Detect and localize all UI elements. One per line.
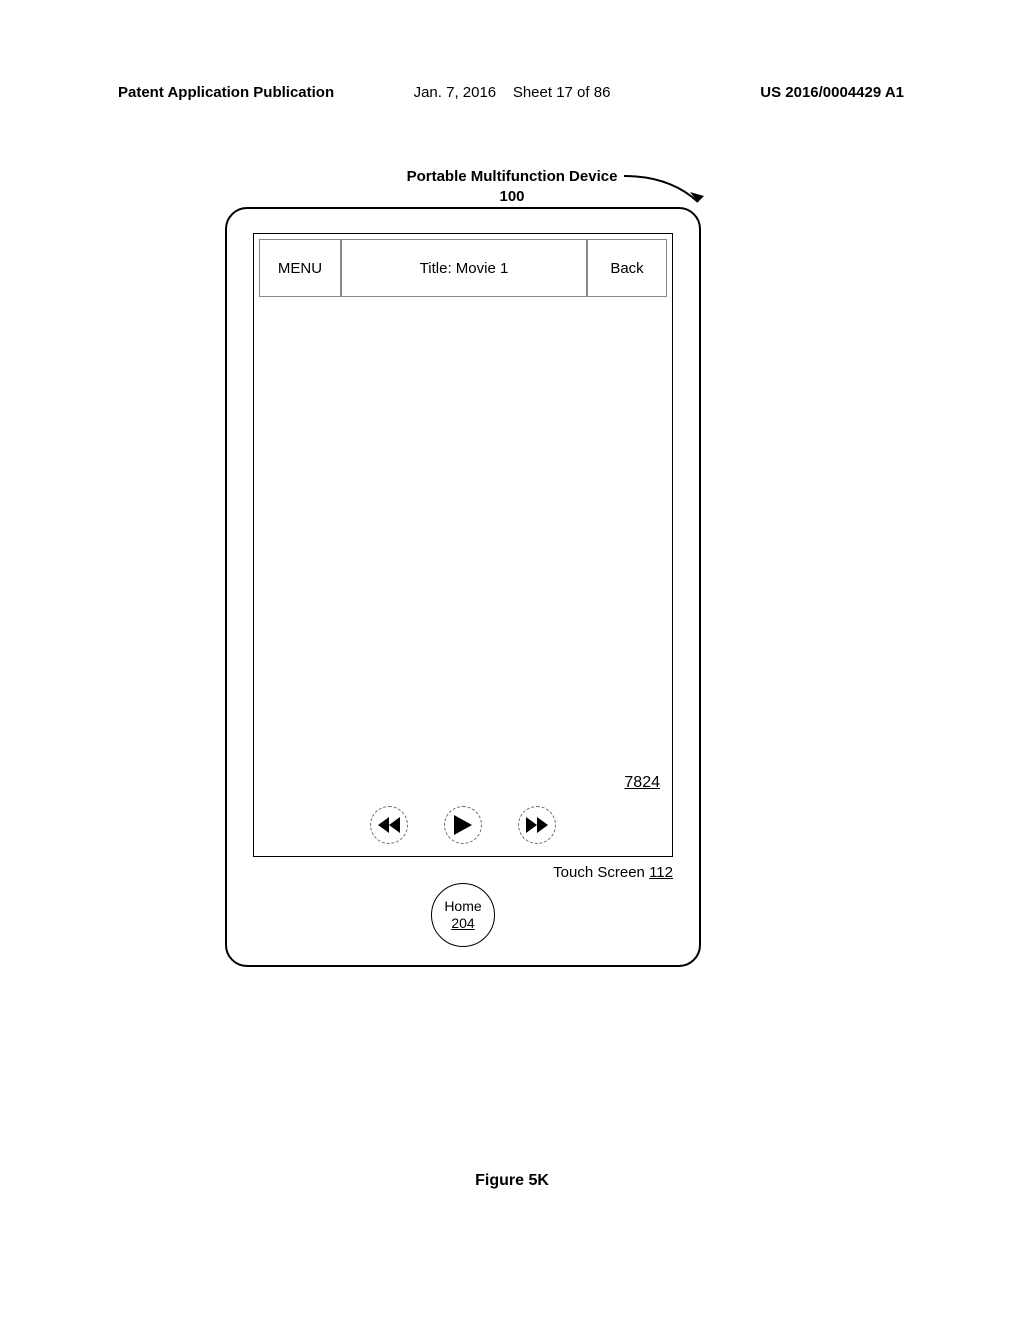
rewind-button[interactable] — [370, 806, 408, 844]
forward-button[interactable] — [518, 806, 556, 844]
touch-screen-label: Touch Screen 112 — [553, 864, 673, 881]
header-left: Patent Application Publication — [118, 84, 334, 101]
home-label: Home — [444, 898, 481, 915]
play-icon — [454, 815, 472, 835]
home-button[interactable]: Home 204 — [431, 883, 495, 947]
content-ref-label: 7824 — [624, 774, 660, 792]
touch-screen[interactable]: MENU Title: Movie 1 Back 7824 — [253, 233, 673, 857]
back-button[interactable]: Back — [587, 239, 667, 297]
device-title: Portable Multifunction Device 100 — [407, 167, 618, 206]
device-frame: MENU Title: Movie 1 Back 7824 — [225, 207, 701, 967]
playback-controls — [370, 806, 556, 844]
menu-button[interactable]: MENU — [259, 239, 341, 297]
header-pubnum: US 2016/0004429 A1 — [760, 84, 904, 101]
header-center: Jan. 7, 2016 Sheet 17 of 86 — [414, 84, 611, 101]
top-bar: MENU Title: Movie 1 Back — [259, 239, 667, 297]
figure-label: Figure 5K — [475, 1172, 549, 1190]
page-header: Patent Application Publication Jan. 7, 2… — [0, 84, 1024, 101]
home-ref: 204 — [451, 915, 474, 932]
rewind-icon — [378, 817, 400, 833]
forward-icon — [526, 817, 548, 833]
play-button[interactable] — [444, 806, 482, 844]
leader-arrow-icon — [620, 172, 710, 212]
screen-title: Title: Movie 1 — [341, 239, 587, 297]
